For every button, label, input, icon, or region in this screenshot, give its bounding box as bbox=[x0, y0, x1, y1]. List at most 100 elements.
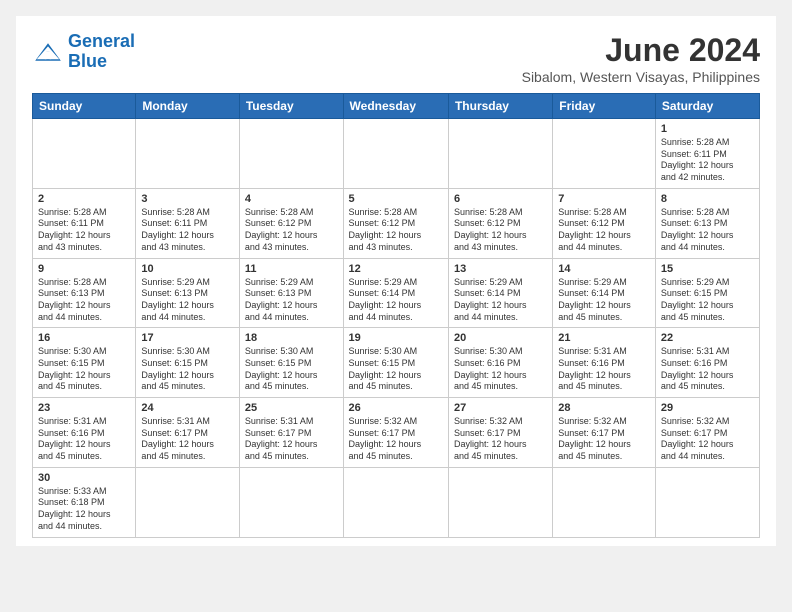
table-row: 23Sunrise: 5:31 AM Sunset: 6:16 PM Dayli… bbox=[33, 398, 136, 468]
day-number: 15 bbox=[661, 263, 754, 275]
day-info: Sunrise: 5:32 AM Sunset: 6:17 PM Dayligh… bbox=[661, 416, 754, 463]
day-info: Sunrise: 5:29 AM Sunset: 6:13 PM Dayligh… bbox=[245, 277, 338, 324]
day-number: 27 bbox=[454, 402, 547, 414]
table-row bbox=[343, 467, 448, 537]
day-number: 22 bbox=[661, 332, 754, 344]
table-row bbox=[553, 119, 656, 189]
day-number: 24 bbox=[141, 402, 234, 414]
day-info: Sunrise: 5:31 AM Sunset: 6:16 PM Dayligh… bbox=[661, 346, 754, 393]
day-number: 17 bbox=[141, 332, 234, 344]
day-number: 13 bbox=[454, 263, 547, 275]
day-number: 12 bbox=[349, 263, 443, 275]
calendar-table: Sunday Monday Tuesday Wednesday Thursday… bbox=[32, 93, 760, 538]
col-sunday: Sunday bbox=[33, 94, 136, 119]
day-number: 26 bbox=[349, 402, 443, 414]
day-number: 7 bbox=[558, 193, 650, 205]
table-row: 20Sunrise: 5:30 AM Sunset: 6:16 PM Dayli… bbox=[448, 328, 552, 398]
logo-general: General bbox=[68, 31, 135, 51]
day-number: 11 bbox=[245, 263, 338, 275]
logo-text: General Blue bbox=[68, 32, 135, 72]
table-row bbox=[33, 119, 136, 189]
day-info: Sunrise: 5:31 AM Sunset: 6:16 PM Dayligh… bbox=[558, 346, 650, 393]
col-tuesday: Tuesday bbox=[239, 94, 343, 119]
table-row: 22 Sunrise: 5:31 AM Sunset: 6:16 PM Dayli… bbox=[655, 328, 759, 398]
table-row: 24 Sunrise: 5:31 AM Sunset: 6:17 PM Dayli… bbox=[136, 398, 240, 468]
table-row: 15 Sunrise: 5:29 AM Sunset: 6:15 PM Dayli… bbox=[655, 258, 759, 328]
table-row bbox=[239, 467, 343, 537]
col-thursday: Thursday bbox=[448, 94, 552, 119]
day-number: 14 bbox=[558, 263, 650, 275]
day-number: 1 bbox=[661, 123, 754, 135]
table-row: 16 Sunrise: 5:30 AM Sunset: 6:15 PM Dayli… bbox=[33, 328, 136, 398]
day-number: 9 bbox=[38, 263, 130, 275]
day-info: Sunrise: 5:28 AM Sunset: 6:11 PM Dayligh… bbox=[38, 207, 130, 254]
calendar-week-row: 16 Sunrise: 5:30 AM Sunset: 6:15 PM Dayli… bbox=[33, 328, 760, 398]
day-info: Sunrise: 5:28 AM Sunset: 6:11 PM Dayligh… bbox=[661, 137, 754, 184]
table-row: 18Sunrise: 5:30 AM Sunset: 6:15 PM Dayli… bbox=[239, 328, 343, 398]
day-number: 29 bbox=[661, 402, 754, 414]
day-number: 20 bbox=[454, 332, 547, 344]
table-row: 27 Sunrise: 5:32 AM Sunset: 6:17 PM Dayli… bbox=[448, 398, 552, 468]
logo-blue: Blue bbox=[68, 51, 107, 71]
day-number: 25 bbox=[245, 402, 338, 414]
table-row: 11 Sunrise: 5:29 AM Sunset: 6:13 PM Dayli… bbox=[239, 258, 343, 328]
day-info: Sunrise: 5:28 AM Sunset: 6:12 PM Dayligh… bbox=[558, 207, 650, 254]
day-number: 6 bbox=[454, 193, 547, 205]
day-number: 16 bbox=[38, 332, 130, 344]
table-row bbox=[448, 467, 552, 537]
day-info: Sunrise: 5:29 AM Sunset: 6:15 PM Dayligh… bbox=[661, 277, 754, 324]
day-info: Sunrise: 5:30 AM Sunset: 6:15 PM Dayligh… bbox=[141, 346, 234, 393]
day-number: 23 bbox=[38, 402, 130, 414]
header-section: General Blue June 2024 Sibalom, Western … bbox=[32, 32, 760, 85]
table-row: 9 Sunrise: 5:28 AM Sunset: 6:13 PM Daylig… bbox=[33, 258, 136, 328]
day-info: Sunrise: 5:32 AM Sunset: 6:17 PM Dayligh… bbox=[349, 416, 443, 463]
table-row: 2 Sunrise: 5:28 AM Sunset: 6:11 PM Daylig… bbox=[33, 188, 136, 258]
col-friday: Friday bbox=[553, 94, 656, 119]
table-row: 29 Sunrise: 5:32 AM Sunset: 6:17 PM Dayli… bbox=[655, 398, 759, 468]
day-info: Sunrise: 5:33 AM Sunset: 6:18 PM Dayligh… bbox=[38, 486, 130, 533]
day-info: Sunrise: 5:29 AM Sunset: 6:14 PM Dayligh… bbox=[349, 277, 443, 324]
day-info: Sunrise: 5:31 AM Sunset: 6:17 PM Dayligh… bbox=[141, 416, 234, 463]
table-row: 17 Sunrise: 5:30 AM Sunset: 6:15 PM Dayli… bbox=[136, 328, 240, 398]
logo: General Blue bbox=[32, 32, 135, 72]
table-row bbox=[553, 467, 656, 537]
table-row: 8 Sunrise: 5:28 AM Sunset: 6:13 PM Daylig… bbox=[655, 188, 759, 258]
day-info: Sunrise: 5:29 AM Sunset: 6:13 PM Dayligh… bbox=[141, 277, 234, 324]
table-row: 4Sunrise: 5:28 AM Sunset: 6:12 PM Daylig… bbox=[239, 188, 343, 258]
table-row: 1 Sunrise: 5:28 AM Sunset: 6:11 PM Daylig… bbox=[655, 119, 759, 189]
day-number: 2 bbox=[38, 193, 130, 205]
table-row bbox=[343, 119, 448, 189]
day-number: 3 bbox=[141, 193, 234, 205]
table-row bbox=[239, 119, 343, 189]
calendar-week-row: 30 Sunrise: 5:33 AM Sunset: 6:18 PM Dayli… bbox=[33, 467, 760, 537]
title-block: June 2024 Sibalom, Western Visayas, Phil… bbox=[522, 32, 760, 85]
day-number: 21 bbox=[558, 332, 650, 344]
day-info: Sunrise: 5:29 AM Sunset: 6:14 PM Dayligh… bbox=[454, 277, 547, 324]
day-number: 10 bbox=[141, 263, 234, 275]
table-row bbox=[136, 467, 240, 537]
table-row: 5Sunrise: 5:28 AM Sunset: 6:12 PM Daylig… bbox=[343, 188, 448, 258]
table-row: 26 Sunrise: 5:32 AM Sunset: 6:17 PM Dayli… bbox=[343, 398, 448, 468]
table-row: 10 Sunrise: 5:29 AM Sunset: 6:13 PM Dayli… bbox=[136, 258, 240, 328]
day-info: Sunrise: 5:28 AM Sunset: 6:13 PM Dayligh… bbox=[38, 277, 130, 324]
day-info: Sunrise: 5:28 AM Sunset: 6:12 PM Dayligh… bbox=[245, 207, 338, 254]
table-row: 6 Sunrise: 5:28 AM Sunset: 6:12 PM Daylig… bbox=[448, 188, 552, 258]
col-wednesday: Wednesday bbox=[343, 94, 448, 119]
table-row: 19Sunrise: 5:30 AM Sunset: 6:15 PM Dayli… bbox=[343, 328, 448, 398]
table-row: 30 Sunrise: 5:33 AM Sunset: 6:18 PM Dayli… bbox=[33, 467, 136, 537]
day-info: Sunrise: 5:29 AM Sunset: 6:14 PM Dayligh… bbox=[558, 277, 650, 324]
day-info: Sunrise: 5:30 AM Sunset: 6:15 PM Dayligh… bbox=[38, 346, 130, 393]
day-number: 19 bbox=[349, 332, 443, 344]
day-info: Sunrise: 5:30 AM Sunset: 6:15 PM Dayligh… bbox=[245, 346, 338, 393]
day-number: 30 bbox=[38, 472, 130, 484]
table-row bbox=[448, 119, 552, 189]
day-info: Sunrise: 5:32 AM Sunset: 6:17 PM Dayligh… bbox=[454, 416, 547, 463]
day-number: 8 bbox=[661, 193, 754, 205]
table-row: 3Sunrise: 5:28 AM Sunset: 6:11 PM Daylig… bbox=[136, 188, 240, 258]
table-row: 13 Sunrise: 5:29 AM Sunset: 6:14 PM Dayli… bbox=[448, 258, 552, 328]
day-info: Sunrise: 5:28 AM Sunset: 6:13 PM Dayligh… bbox=[661, 207, 754, 254]
day-info: Sunrise: 5:28 AM Sunset: 6:12 PM Dayligh… bbox=[454, 207, 547, 254]
calendar-container: General Blue June 2024 Sibalom, Western … bbox=[16, 16, 776, 546]
table-row: 21 Sunrise: 5:31 AM Sunset: 6:16 PM Dayli… bbox=[553, 328, 656, 398]
month-title: June 2024 bbox=[522, 32, 760, 69]
